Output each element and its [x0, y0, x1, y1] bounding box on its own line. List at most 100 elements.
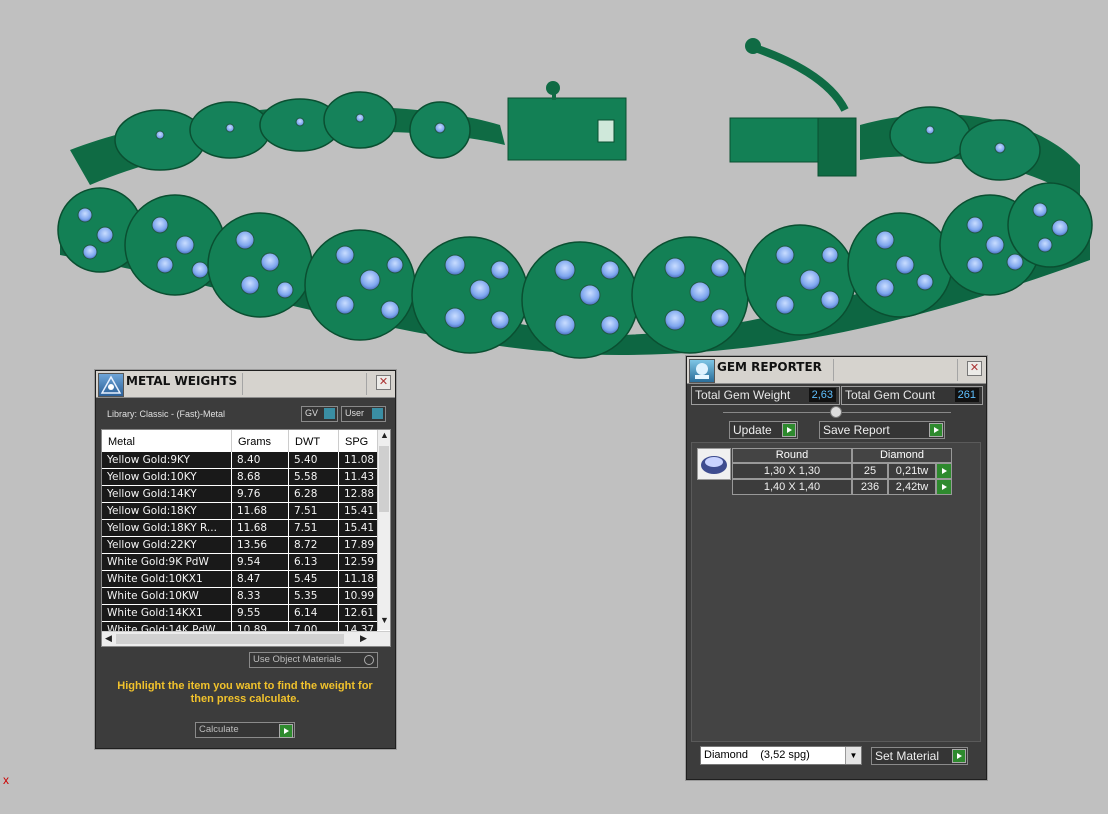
cell-metal: Yellow Gold:10KY [102, 469, 232, 485]
user-indicator-icon [372, 408, 383, 419]
cell-grams: 8.40 [232, 452, 289, 468]
play-icon [938, 465, 950, 477]
cell-metal: White Gold:10KX1 [102, 571, 232, 587]
save-report-label: Save Report [823, 423, 890, 437]
horizontal-scrollbar[interactable]: ◀ ▶ [102, 631, 390, 646]
gem-size: 1,30 X 1,30 [732, 463, 852, 479]
close-icon[interactable]: ✕ [376, 375, 391, 390]
cell-grams: 9.55 [232, 605, 289, 621]
cell-grams: 11.68 [232, 503, 289, 519]
cell-dwt: 5.40 [289, 452, 339, 468]
table-row[interactable]: Yellow Gold:22KY 13.56 8.72 17.89 [102, 537, 378, 554]
total-gem-weight-field: Total Gem Weight 2,63 [691, 386, 840, 405]
table-row[interactable]: White Gold:10KW 8.33 5.35 10.99 [102, 588, 378, 605]
total-gem-count-field: Total Gem Count 261 [841, 386, 983, 405]
save-report-button[interactable]: Save Report [819, 421, 945, 439]
use-object-materials-button[interactable]: Use Object Materials [249, 652, 378, 668]
scroll-thumb[interactable] [379, 446, 389, 512]
cell-grams: 8.68 [232, 469, 289, 485]
total-gem-count-label: Total Gem Count [845, 388, 936, 402]
chevron-down-icon: ▼ [845, 747, 861, 764]
total-gem-count-value: 261 [954, 388, 979, 402]
gv-indicator-icon [324, 408, 335, 419]
table-row[interactable]: Yellow Gold:9KY 8.40 5.40 11.08 [102, 452, 378, 469]
table-row[interactable]: Yellow Gold:10KY 8.68 5.58 11.43 [102, 469, 378, 486]
cell-spg: 12.88 [339, 486, 378, 502]
cell-grams: 8.33 [232, 588, 289, 604]
column-header-metal[interactable]: Metal [102, 430, 232, 452]
column-header-dwt[interactable]: DWT [289, 430, 339, 452]
instruction-text: Highlight the item you want to find the … [117, 680, 373, 705]
round-gem-icon [701, 456, 727, 474]
table-row[interactable]: 1,30 X 1,30 25 0,21tw [732, 463, 952, 479]
gv-toggle-label: GV [305, 408, 319, 418]
table-row[interactable]: White Gold:9K PdW 9.54 6.13 12.59 [102, 554, 378, 571]
table-row[interactable]: 1,40 X 1,40 236 2,42tw [732, 479, 952, 495]
table-row[interactable]: Yellow Gold:18KY 11.68 7.51 15.41 [102, 503, 378, 520]
cell-metal: Yellow Gold:9KY [102, 452, 232, 468]
metal-weights-app-icon [98, 373, 124, 397]
gem-thumbnail[interactable] [697, 448, 731, 480]
material-select[interactable]: Diamond (3,52 spg) ▼ [700, 746, 862, 765]
total-gem-weight-value: 2,63 [808, 388, 836, 402]
scroll-up-icon[interactable]: ▲ [380, 430, 389, 440]
cell-dwt: 6.28 [289, 486, 339, 502]
gem-reporter-titlebar[interactable]: GEM REPORTER ✕ [687, 357, 986, 384]
metal-weights-panel: METAL WEIGHTS ✕ Library: Classic - (Fast… [95, 370, 396, 749]
table-row[interactable]: White Gold:14KX1 9.55 6.14 12.61 [102, 605, 378, 622]
header-diamond: Diamond [852, 448, 952, 463]
set-material-button[interactable]: Set Material [871, 747, 968, 765]
cell-spg: 11.08 [339, 452, 378, 468]
table-row[interactable]: Yellow Gold:18KY R... 11.68 7.51 15.41 [102, 520, 378, 537]
material-select-value: Diamond (3,52 spg) [704, 749, 810, 761]
vertical-scrollbar[interactable]: ▲ ▼ [377, 430, 390, 630]
hscroll-thumb[interactable] [116, 634, 344, 644]
cell-spg: 11.43 [339, 469, 378, 485]
column-header-spg[interactable]: SPG [339, 430, 378, 452]
cell-spg: 11.18 [339, 571, 378, 587]
cell-dwt: 6.14 [289, 605, 339, 621]
cell-grams: 13.56 [232, 537, 289, 553]
update-button[interactable]: Update [729, 421, 798, 439]
splitter-knob-icon[interactable] [830, 406, 842, 418]
calculate-button[interactable]: Calculate [195, 722, 295, 738]
user-toggle-label: User [345, 408, 365, 418]
metal-table-header: Metal Grams DWT SPG [102, 430, 378, 452]
gem-count: 25 [852, 463, 888, 479]
metal-weights-titlebar[interactable]: METAL WEIGHTS ✕ [96, 371, 395, 398]
table-row[interactable]: White Gold:10KX1 8.47 5.45 11.18 [102, 571, 378, 588]
play-icon [279, 724, 293, 738]
library-label: Library: Classic - (Fast)-Metal [107, 409, 226, 419]
column-header-grams[interactable]: Grams [232, 430, 289, 452]
metal-table[interactable]: Metal Grams DWT SPG Yellow Gold:9KY 8.40 5… [101, 429, 391, 647]
scroll-down-icon[interactable]: ▼ [380, 615, 389, 625]
gem-size: 1,40 X 1,40 [732, 479, 852, 495]
update-label: Update [733, 423, 772, 437]
radio-icon [364, 655, 374, 665]
gem-reporter-title: GEM REPORTER [717, 360, 822, 374]
cell-grams: 9.54 [232, 554, 289, 570]
cell-dwt: 5.35 [289, 588, 339, 604]
user-toggle[interactable]: User [341, 406, 386, 422]
corner-mark: x [3, 773, 9, 787]
use-object-materials-label: Use Object Materials [253, 654, 342, 665]
gem-reporter-app-icon [689, 359, 715, 383]
row-select-button[interactable] [936, 463, 952, 479]
table-row[interactable]: Yellow Gold:14KY 9.76 6.28 12.88 [102, 486, 378, 503]
scroll-left-icon[interactable]: ◀ [105, 633, 112, 644]
metal-table-body: Yellow Gold:9KY 8.40 5.40 11.08 Yellow Gold… [102, 452, 378, 639]
gem-weight: 0,21tw [888, 463, 936, 479]
play-icon [938, 481, 950, 493]
gem-weight: 2,42tw [888, 479, 936, 495]
scroll-right-icon[interactable]: ▶ [360, 633, 367, 644]
cell-metal: Yellow Gold:14KY [102, 486, 232, 502]
cell-dwt: 5.58 [289, 469, 339, 485]
gv-toggle[interactable]: GV [301, 406, 338, 422]
cell-spg: 12.59 [339, 554, 378, 570]
close-icon[interactable]: ✕ [967, 361, 982, 376]
gem-count: 236 [852, 479, 888, 495]
row-select-button[interactable] [936, 479, 952, 495]
cell-spg: 17.89 [339, 537, 378, 553]
cell-metal: Yellow Gold:18KY R... [102, 520, 232, 536]
total-gem-weight-label: Total Gem Weight [695, 388, 791, 402]
